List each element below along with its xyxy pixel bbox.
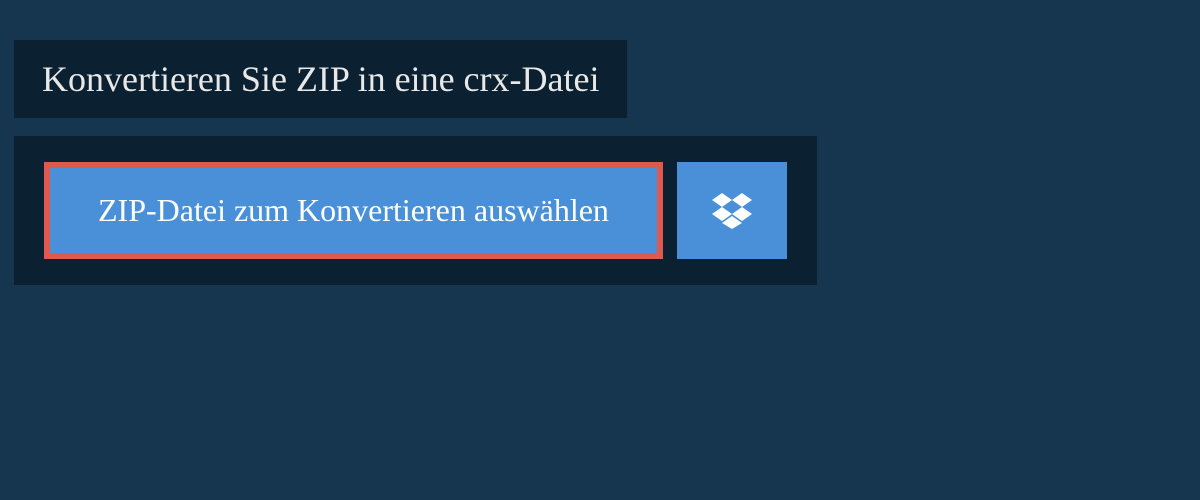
file-select-panel: ZIP-Datei zum Konvertieren auswählen <box>14 136 817 285</box>
select-file-button-label: ZIP-Datei zum Konvertieren auswählen <box>98 192 609 229</box>
page-header: Konvertieren Sie ZIP in eine crx-Datei <box>14 40 627 118</box>
dropbox-button[interactable] <box>677 162 787 259</box>
page-title: Konvertieren Sie ZIP in eine crx-Datei <box>42 58 599 100</box>
dropbox-icon <box>712 193 752 229</box>
select-file-button[interactable]: ZIP-Datei zum Konvertieren auswählen <box>44 162 663 259</box>
